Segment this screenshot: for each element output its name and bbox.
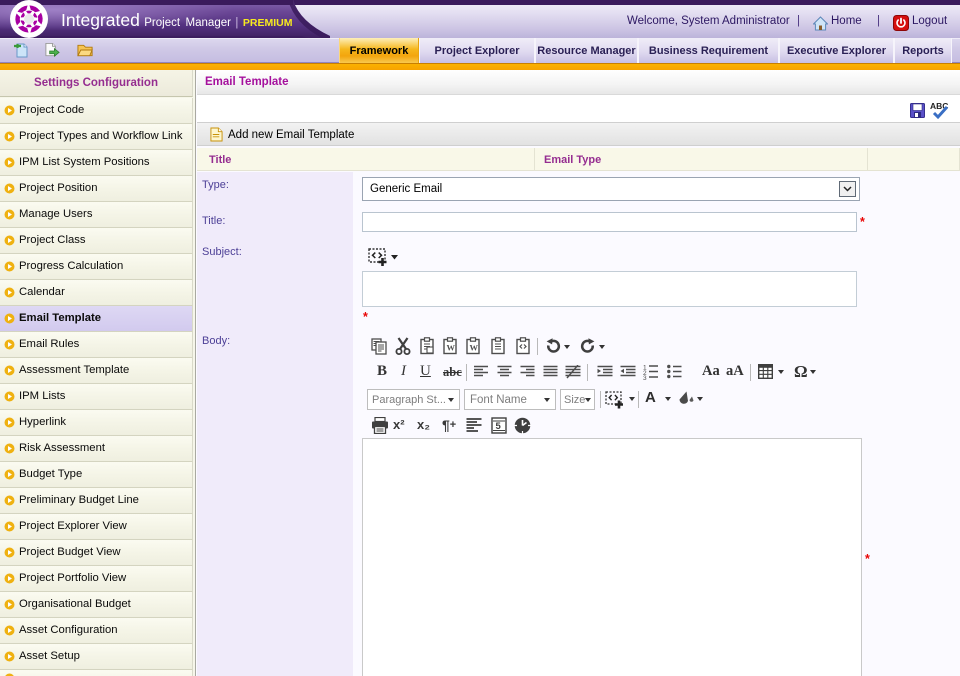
svg-text:W: W: [470, 343, 479, 353]
svg-text:W: W: [447, 343, 456, 353]
svg-text:5: 5: [496, 421, 502, 432]
svg-text:3: 3: [643, 375, 647, 380]
